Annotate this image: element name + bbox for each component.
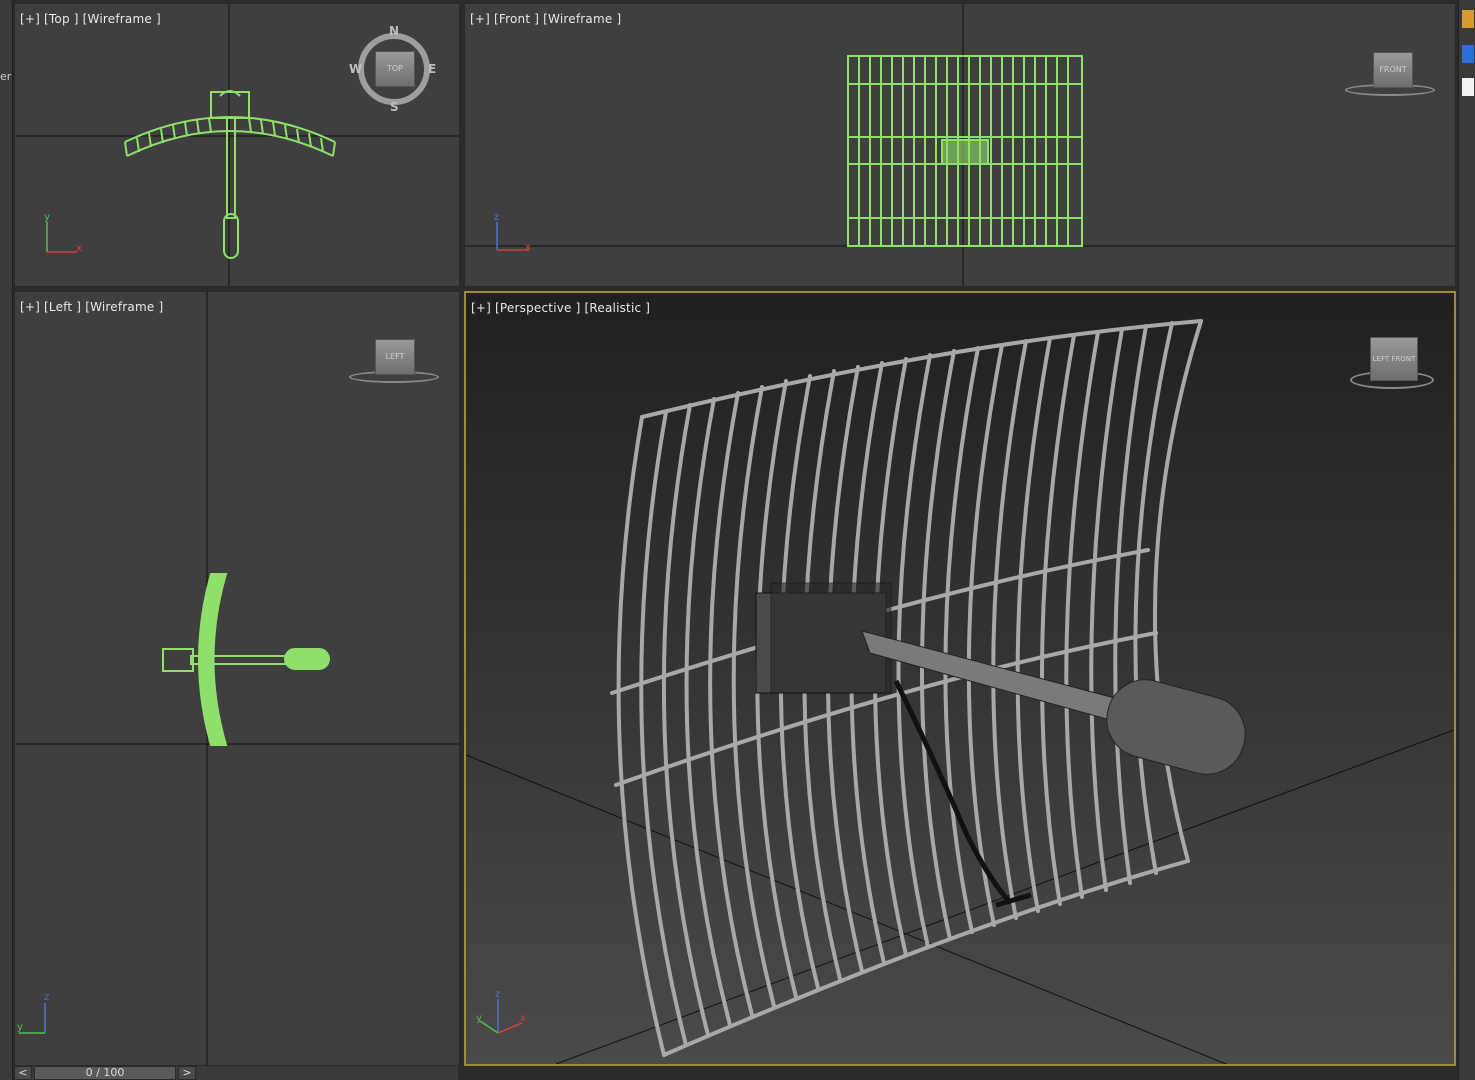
panel-button[interactable] xyxy=(1462,78,1474,96)
axis-tripod xyxy=(479,999,523,1034)
axis-x-label: x xyxy=(76,243,82,254)
viewport-label[interactable]: [+] [Left ] [Wireframe ] xyxy=(20,300,163,314)
axis-z-label: z xyxy=(495,989,501,1000)
antenna-grid xyxy=(610,319,1203,1057)
compass-west[interactable]: W xyxy=(349,62,362,76)
antenna-wireframe xyxy=(847,55,1083,247)
antenna-cable xyxy=(893,679,1032,908)
viewport-left[interactable]: [+] [Left ] [Wireframe ] z y LEFT xyxy=(14,291,460,1066)
viewport-perspective[interactable]: [+] [Perspective ] [Realistic ] z x y LE… xyxy=(464,291,1456,1066)
axis-y-label: y xyxy=(44,212,50,223)
axis-x-label: x xyxy=(520,1013,526,1024)
axis-z-label: z xyxy=(494,212,500,223)
viewport-top[interactable]: [+] [Top ] [Wireframe ] y x TOP N S E W xyxy=(14,3,460,287)
front-view-drawing xyxy=(465,4,1455,286)
viewcube-face-front[interactable]: FRONT xyxy=(1391,355,1415,363)
time-slider-bar: < 0 / 100 > xyxy=(14,1066,458,1080)
axis-z-label: z xyxy=(44,992,50,1003)
compass-east[interactable]: E xyxy=(428,62,436,76)
viewport-label[interactable]: [+] [Top ] [Wireframe ] xyxy=(20,12,161,26)
viewport-label[interactable]: [+] [Perspective ] [Realistic ] xyxy=(471,301,650,315)
compass-north[interactable]: N xyxy=(389,24,399,38)
viewport-label[interactable]: [+] [Front ] [Wireframe ] xyxy=(470,12,621,26)
axis-tripod xyxy=(46,222,77,253)
viewcube[interactable]: LEFT xyxy=(375,339,415,375)
tool-icon[interactable] xyxy=(1462,10,1474,28)
axis-y-label: y xyxy=(476,1013,482,1024)
viewcube[interactable]: FRONT xyxy=(1373,52,1413,88)
axis-y-label: y xyxy=(17,1022,23,1033)
next-frame-button[interactable]: > xyxy=(178,1066,196,1080)
perspective-view-drawing xyxy=(466,319,1454,1064)
antenna-wireframe xyxy=(124,90,336,259)
compass-south[interactable]: S xyxy=(390,100,399,114)
left-view-drawing xyxy=(15,292,459,1065)
prev-frame-button[interactable]: < xyxy=(14,1066,32,1080)
viewcube-face-left[interactable]: LEFT xyxy=(1373,355,1390,363)
command-panel-right-edge xyxy=(1458,0,1475,1080)
viewcube[interactable]: LEFT FRONT xyxy=(1370,337,1418,381)
viewport-front[interactable]: [+] [Front ] [Wireframe ] z x FRONT xyxy=(464,3,1456,287)
color-swatch[interactable] xyxy=(1462,45,1474,63)
command-panel-left-edge: er xyxy=(0,0,13,1080)
antenna-wireframe xyxy=(162,573,330,746)
viewcube[interactable]: TOP xyxy=(375,51,415,87)
time-slider[interactable]: 0 / 100 xyxy=(34,1066,176,1080)
panel-text-fragment: er xyxy=(0,70,12,83)
axis-x-label: x xyxy=(525,242,531,253)
ground-grid-lines xyxy=(466,729,1454,1064)
